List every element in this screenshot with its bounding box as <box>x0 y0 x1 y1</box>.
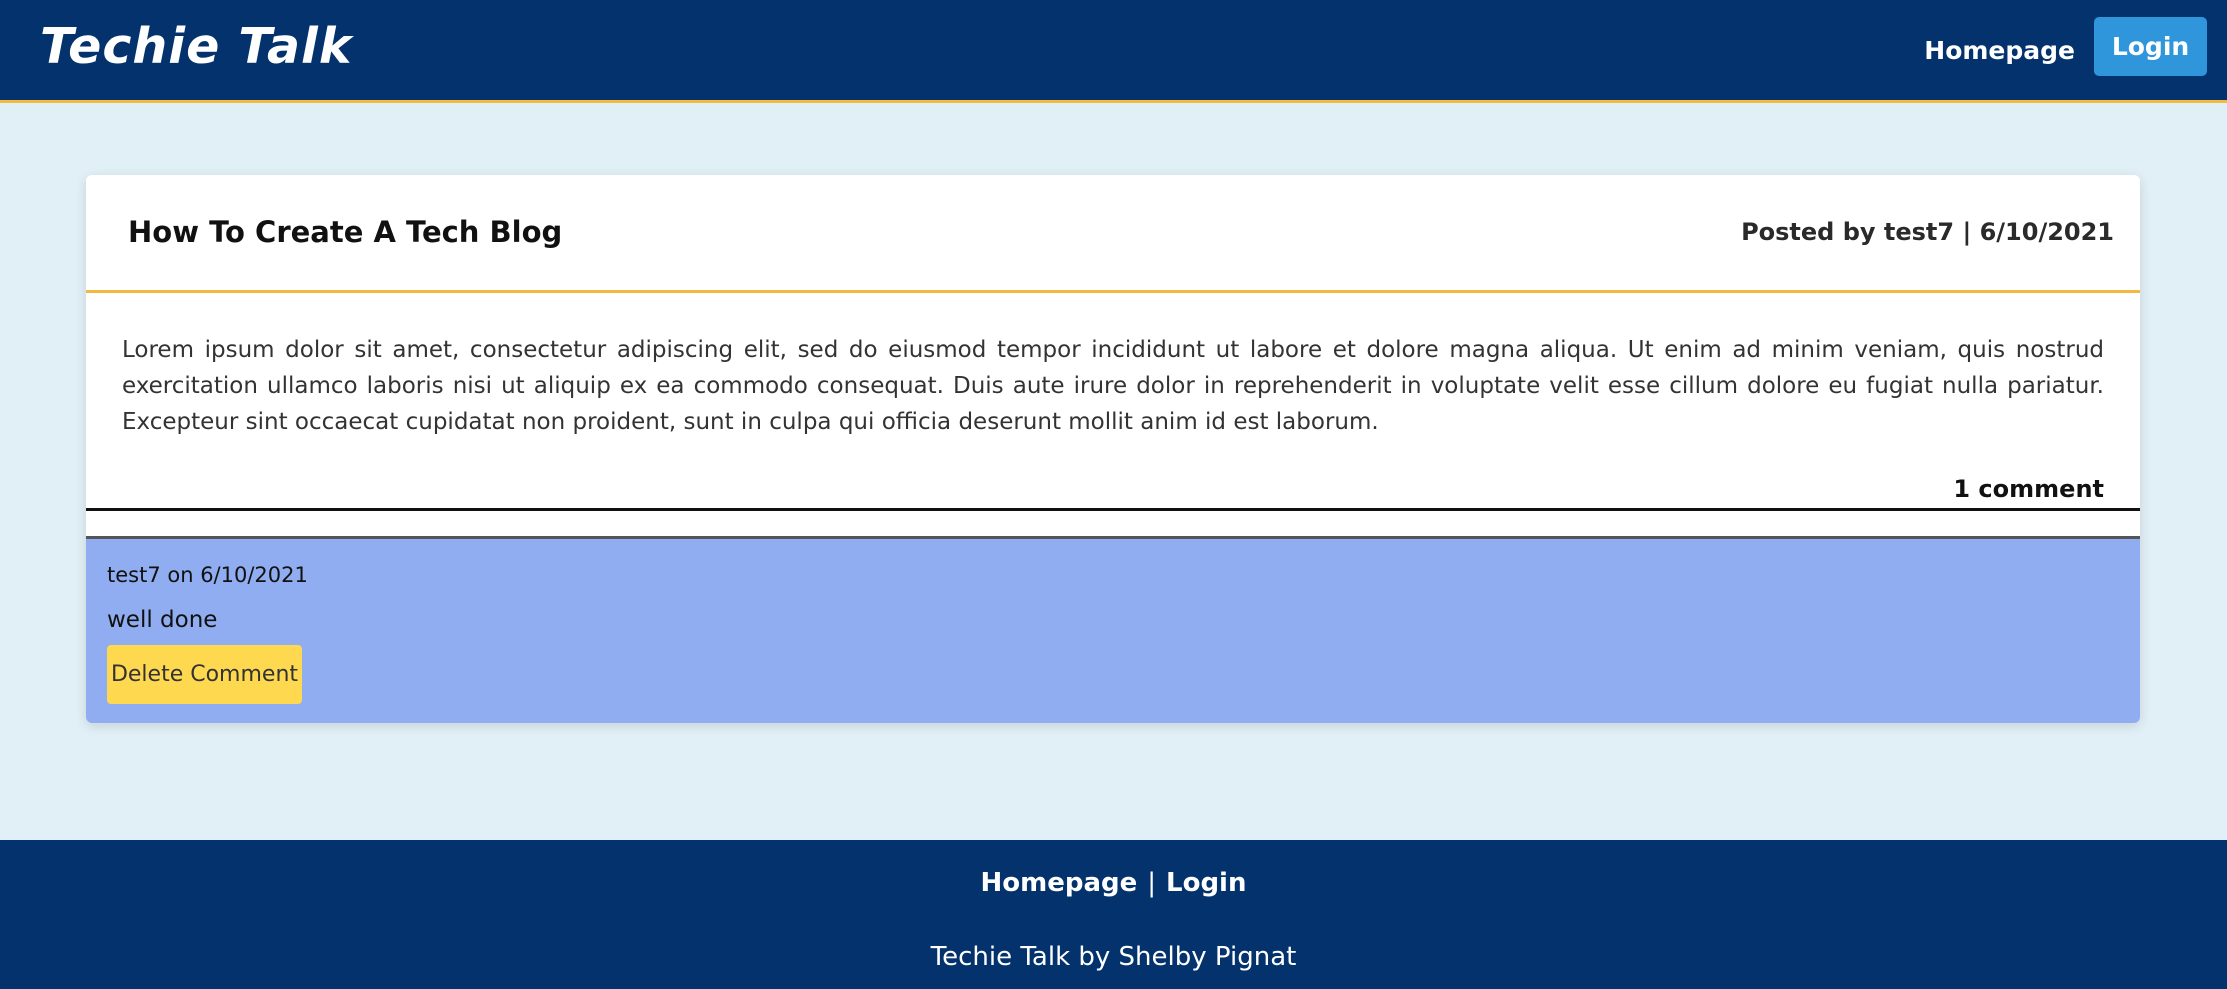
comment-divider <box>86 508 2140 511</box>
footer-links: Homepage | Login <box>0 868 2227 898</box>
post-header: How To Create A Tech Blog Posted by test… <box>86 175 2140 293</box>
delete-comment-button[interactable]: Delete Comment <box>107 645 302 704</box>
footer-homepage-link[interactable]: Homepage <box>981 868 1138 898</box>
footer-separator: | <box>1147 868 1157 898</box>
post-title: How To Create A Tech Blog <box>128 215 563 249</box>
nav-login-button[interactable]: Login <box>2094 17 2207 76</box>
post-card: How To Create A Tech Blog Posted by test… <box>86 175 2140 723</box>
footer-credit: Techie Talk by Shelby Pignat <box>930 942 1297 972</box>
site-footer: Homepage | Login Techie Talk by Shelby Pig… <box>0 840 2227 989</box>
nav-homepage-link[interactable]: Homepage <box>1924 36 2075 65</box>
post-body: Lorem ipsum dolor sit amet, consectetur … <box>122 337 2104 435</box>
comment-meta: test7 on 6/10/2021 <box>107 563 308 587</box>
comment-text: well done <box>107 607 218 633</box>
footer-login-link[interactable]: Login <box>1166 868 1246 898</box>
post-meta: Posted by test7 | 6/10/2021 <box>1741 218 2114 246</box>
site-brand[interactable]: Techie Talk <box>40 18 352 75</box>
site-header: Techie Talk Homepage Login <box>0 0 2227 103</box>
comment-count: 1 comment <box>1953 475 2104 503</box>
comment-item: test7 on 6/10/2021 well done Delete Comm… <box>86 539 2140 723</box>
